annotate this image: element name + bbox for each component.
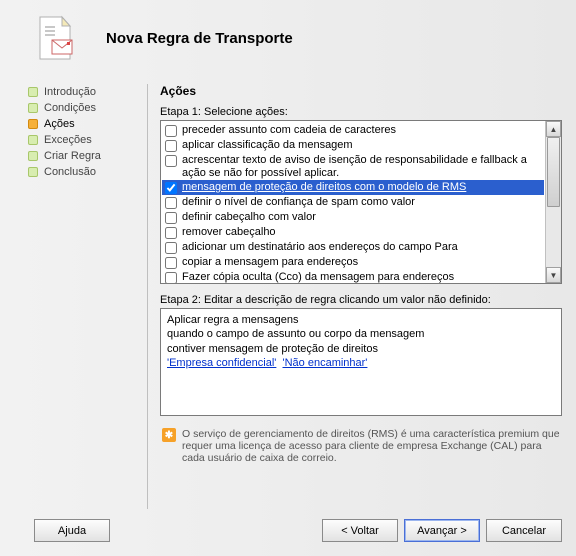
nav-step-0[interactable]: Introdução: [28, 84, 139, 100]
nav-step-4[interactable]: Criar Regra: [28, 148, 139, 164]
info-note: ✱ O serviço de gerenciamento de direitos…: [160, 424, 562, 464]
action-item[interactable]: aplicar classificação da mensagem: [162, 138, 544, 153]
action-item[interactable]: definir o nível de confiança de spam com…: [162, 195, 544, 210]
step-bullet-icon: [28, 135, 38, 145]
step-bullet-icon: [28, 167, 38, 177]
action-label: acrescentar texto de aviso de isenção de…: [182, 154, 541, 179]
action-label: remover cabeçalho: [182, 226, 276, 239]
action-checkbox[interactable]: [165, 155, 177, 167]
action-checkbox[interactable]: [165, 242, 177, 254]
wizard-window: Nova Regra de Transporte Introdução Condi…: [0, 0, 576, 556]
rule-description-box[interactable]: Aplicar regra a mensagens quando o campo…: [160, 308, 562, 416]
main-panel: Ações Etapa 1: Selecione ações: preceder…: [148, 84, 562, 509]
nav-step-label: Conclusão: [44, 166, 96, 178]
nav-step-label: Criar Regra: [44, 150, 101, 162]
step1-label: Etapa 1: Selecione ações:: [160, 106, 562, 118]
info-icon: ✱: [162, 428, 176, 442]
action-checkbox[interactable]: [165, 257, 177, 269]
action-checkbox[interactable]: [165, 125, 177, 137]
help-button[interactable]: Ajuda: [34, 519, 110, 542]
transport-rule-icon: [30, 14, 78, 62]
action-checkbox[interactable]: [165, 140, 177, 152]
action-item[interactable]: preceder assunto com cadeia de caractere…: [162, 123, 544, 138]
back-button[interactable]: < Voltar: [322, 519, 398, 542]
nav-step-label: Ações: [44, 118, 75, 130]
page-heading: Ações: [160, 84, 562, 98]
desc-apply-line: Aplicar regra a mensagens: [167, 313, 555, 327]
action-checkbox[interactable]: [165, 272, 177, 283]
nav-step-1[interactable]: Condições: [28, 100, 139, 116]
action-item[interactable]: copiar a mensagem para endereços: [162, 255, 544, 270]
nav-step-label: Condições: [44, 102, 96, 114]
action-label: aplicar classificação da mensagem: [182, 139, 353, 152]
nav-step-2[interactable]: Ações: [28, 116, 139, 132]
action-checkbox[interactable]: [165, 227, 177, 239]
action-label: Fazer cópia oculta (Cco) da mensagem par…: [182, 271, 454, 283]
step-bullet-icon: [28, 119, 38, 129]
desc-cond-line-b: contiver mensagem de proteção de direito…: [167, 342, 555, 356]
action-item[interactable]: definir cabeçalho com valor: [162, 210, 544, 225]
nav-step-label: Exceções: [44, 134, 92, 146]
step-bullet-icon: [28, 87, 38, 97]
action-item[interactable]: acrescentar texto de aviso de isenção de…: [162, 153, 544, 180]
action-label: mensagem de proteção de direitos com o m…: [182, 181, 466, 194]
actions-scrollbar[interactable]: ▲ ▼: [545, 121, 561, 283]
nav-step-5[interactable]: Conclusão: [28, 164, 139, 180]
nav-step-3[interactable]: Exceções: [28, 132, 139, 148]
action-item[interactable]: mensagem de proteção de direitos com o m…: [162, 180, 544, 195]
step-bullet-icon: [28, 103, 38, 113]
step-bullet-icon: [28, 151, 38, 161]
wizard-header: Nova Regra de Transporte: [0, 0, 576, 84]
scroll-thumb[interactable]: [547, 137, 560, 207]
action-label: copiar a mensagem para endereços: [182, 256, 358, 269]
step2-label: Etapa 2: Editar a descrição de regra cli…: [160, 294, 562, 306]
wizard-steps-sidebar: Introdução Condições Ações Exceções Criar Re…: [28, 84, 148, 509]
action-label: definir o nível de confiança de spam com…: [182, 196, 415, 209]
cancel-button[interactable]: Cancelar: [486, 519, 562, 542]
action-label: adicionar um destinatário aos endereços …: [182, 241, 458, 254]
rms-template-link-2[interactable]: 'Não encaminhar': [283, 357, 368, 369]
scroll-up-button[interactable]: ▲: [546, 121, 561, 137]
info-text: O serviço de gerenciamento de direitos (…: [182, 428, 562, 464]
action-item[interactable]: adicionar um destinatário aos endereços …: [162, 240, 544, 255]
scroll-down-button[interactable]: ▼: [546, 267, 561, 283]
action-item[interactable]: remover cabeçalho: [162, 225, 544, 240]
wizard-footer: Ajuda < Voltar Avançar > Cancelar: [0, 509, 576, 556]
actions-listbox[interactable]: preceder assunto com cadeia de caractere…: [160, 120, 562, 284]
next-button[interactable]: Avançar >: [404, 519, 480, 542]
action-checkbox[interactable]: [165, 212, 177, 224]
action-label: definir cabeçalho com valor: [182, 211, 316, 224]
action-label: preceder assunto com cadeia de caractere…: [182, 124, 396, 137]
rms-template-link-1[interactable]: 'Empresa confidencial': [167, 357, 276, 369]
desc-cond-line-a: quando o campo de assunto ou corpo da me…: [167, 327, 555, 341]
nav-step-label: Introdução: [44, 86, 96, 98]
wizard-title: Nova Regra de Transporte: [106, 30, 293, 47]
action-checkbox[interactable]: [165, 197, 177, 209]
action-item[interactable]: Fazer cópia oculta (Cco) da mensagem par…: [162, 270, 544, 283]
action-checkbox[interactable]: [165, 182, 177, 194]
